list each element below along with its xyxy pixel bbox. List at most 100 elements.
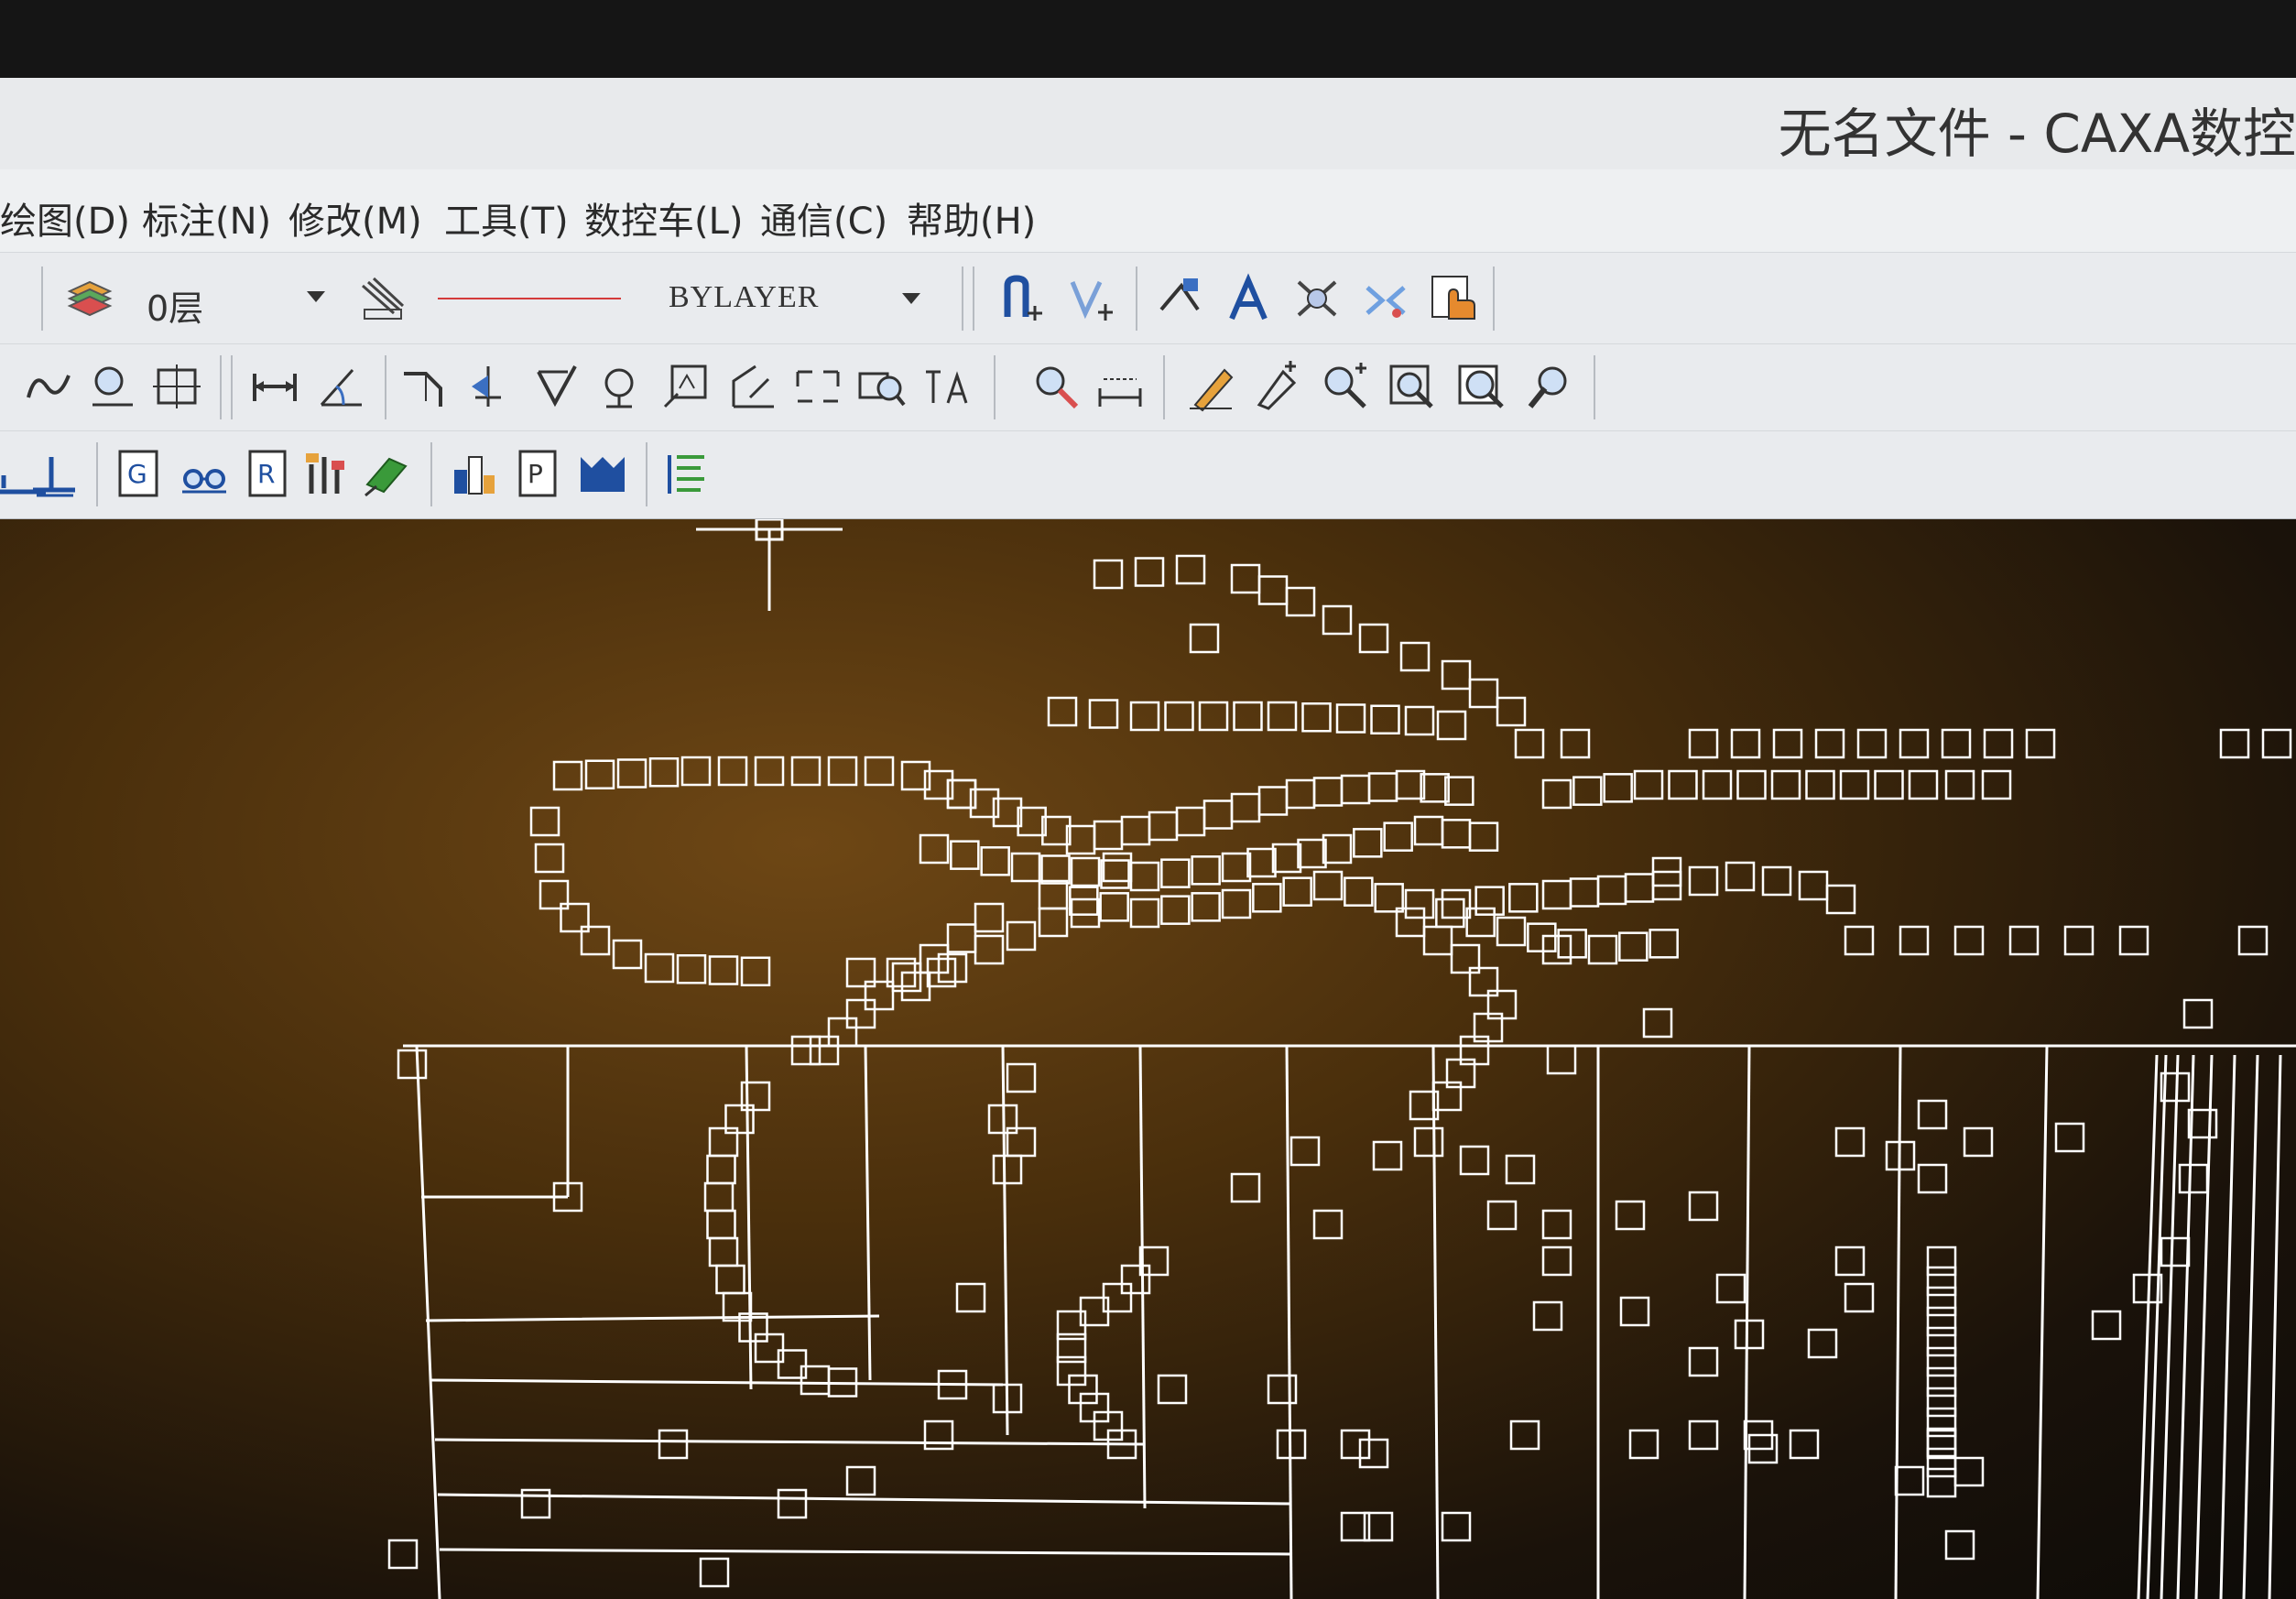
- node-marker: [1257, 575, 1289, 605]
- node-marker: [1941, 728, 1972, 759]
- reverse-code-icon[interactable]: R: [243, 448, 294, 499]
- parameter-edit-icon[interactable]: P: [513, 448, 564, 499]
- node-marker: [1702, 769, 1733, 800]
- node-marker: [1628, 1429, 1659, 1460]
- menu-cnc-lathe[interactable]: 数控车(L): [584, 191, 744, 245]
- linear-dimension-icon[interactable]: [249, 361, 300, 412]
- leader-icon[interactable]: [728, 361, 779, 412]
- node-marker: [1267, 701, 1298, 732]
- node-marker: [1844, 925, 1875, 956]
- menu-dimension[interactable]: 标注(N): [142, 191, 271, 245]
- datum-icon[interactable]: [462, 361, 514, 412]
- node-marker: [946, 923, 977, 953]
- node-marker: [1474, 886, 1505, 916]
- node-marker: [1006, 1062, 1037, 1093]
- chevron-down-icon[interactable]: [307, 291, 325, 302]
- node-marker: [980, 846, 1010, 876]
- text-style-icon[interactable]: [1223, 273, 1274, 324]
- pan-hand-icon[interactable]: [1429, 273, 1480, 324]
- linetype-icon[interactable]: [357, 273, 408, 324]
- distance-query-icon[interactable]: [1094, 361, 1146, 412]
- node-marker: [1807, 1328, 1838, 1359]
- hole-center-icon[interactable]: [151, 361, 202, 412]
- chevron-down-icon[interactable]: [902, 293, 920, 304]
- zoom-window-icon[interactable]: [1387, 361, 1439, 412]
- node-marker: [1233, 701, 1263, 732]
- node-marker: [680, 756, 712, 787]
- node-marker: [706, 1154, 736, 1185]
- node-marker: [1088, 699, 1119, 729]
- linetype-select[interactable]: BYLAYER: [430, 273, 943, 324]
- chamfer-icon[interactable]: [398, 361, 450, 412]
- node-marker: [1668, 769, 1698, 800]
- node-marker: [790, 1035, 822, 1066]
- node-marker: [1899, 728, 1930, 759]
- node-marker: [1814, 728, 1845, 759]
- node-marker: [1006, 920, 1037, 952]
- node-marker: [974, 902, 1005, 933]
- angle-dimension-icon[interactable]: [316, 361, 367, 412]
- draw-toolbar: [0, 343, 2296, 431]
- circle-magnify-icon[interactable]: [87, 361, 138, 412]
- property-query-icon[interactable]: [1030, 361, 1082, 412]
- tolerance-icon[interactable]: [792, 361, 843, 412]
- node-marker: [1508, 883, 1539, 913]
- text-insert-icon[interactable]: [920, 361, 972, 412]
- node-marker: [717, 756, 748, 787]
- view-code-icon[interactable]: [179, 448, 230, 499]
- process-list-icon[interactable]: [449, 448, 500, 499]
- ortho-snap-icon[interactable]: [998, 273, 1050, 324]
- weld-symbol-icon[interactable]: [593, 361, 645, 412]
- menu-draw[interactable]: 绘图(D): [0, 191, 130, 245]
- node-marker: [1486, 1200, 1518, 1231]
- query-icon[interactable]: [856, 361, 908, 412]
- layer-select[interactable]: 0层: [137, 273, 339, 329]
- node-marker: [706, 1209, 736, 1240]
- roughness-icon[interactable]: [531, 361, 582, 412]
- drawing-line: [415, 1045, 441, 1599]
- generate-code-icon[interactable]: G: [114, 448, 166, 499]
- hatch-edit-icon[interactable]: [1291, 273, 1343, 324]
- zoom-previous-icon[interactable]: [1525, 361, 1576, 412]
- simulation-icon[interactable]: [577, 448, 628, 499]
- node-marker: [919, 833, 950, 865]
- node-marker: [1191, 892, 1221, 922]
- explode-icon[interactable]: [1360, 273, 1411, 324]
- title-bar: 无名文件 - CAXA数控: [0, 78, 2296, 170]
- layer-manager-icon[interactable]: [64, 273, 115, 324]
- spline-icon[interactable]: [23, 361, 74, 412]
- node-marker: [1926, 1286, 1957, 1317]
- code-list-icon[interactable]: [664, 448, 715, 499]
- node-marker: [1541, 778, 1572, 810]
- node-marker: [1441, 659, 1472, 691]
- point-snap-icon[interactable]: [1067, 273, 1118, 324]
- zoom-all-icon[interactable]: [1456, 361, 1507, 412]
- node-marker: [1926, 1266, 1957, 1297]
- toolbar-separator: [973, 266, 974, 331]
- toolbar-separator: [1594, 355, 1595, 419]
- finish-turning-icon[interactable]: [27, 448, 79, 499]
- node-marker: [1688, 1420, 1719, 1451]
- redraw-icon[interactable]: [1250, 361, 1301, 412]
- node-marker: [2054, 1122, 2085, 1153]
- node-marker: [1230, 563, 1261, 594]
- dimension-edit-icon[interactable]: [1154, 273, 1205, 324]
- node-marker: [1619, 1296, 1650, 1327]
- annotation-icon[interactable]: [659, 361, 711, 412]
- node-marker: [1322, 604, 1353, 636]
- machine-settings-icon[interactable]: [302, 448, 354, 499]
- tool-library-icon[interactable]: [362, 448, 413, 499]
- node-marker: [2178, 1163, 2209, 1194]
- menu-tools[interactable]: 工具(T): [444, 191, 569, 245]
- menu-modify[interactable]: 修改(M): [288, 191, 422, 245]
- toolbar-separator: [430, 442, 432, 506]
- node-marker: [1649, 929, 1679, 959]
- node-marker: [1541, 1245, 1572, 1277]
- menu-communication[interactable]: 通信(C): [760, 191, 887, 245]
- node-marker: [1541, 1209, 1572, 1240]
- node-marker: [1312, 777, 1344, 807]
- drawing-canvas[interactable]: [0, 519, 2296, 1599]
- menu-help[interactable]: 帮助(H): [907, 191, 1036, 245]
- pencil-icon[interactable]: [1186, 361, 1237, 412]
- zoom-in-icon[interactable]: [1319, 361, 1370, 412]
